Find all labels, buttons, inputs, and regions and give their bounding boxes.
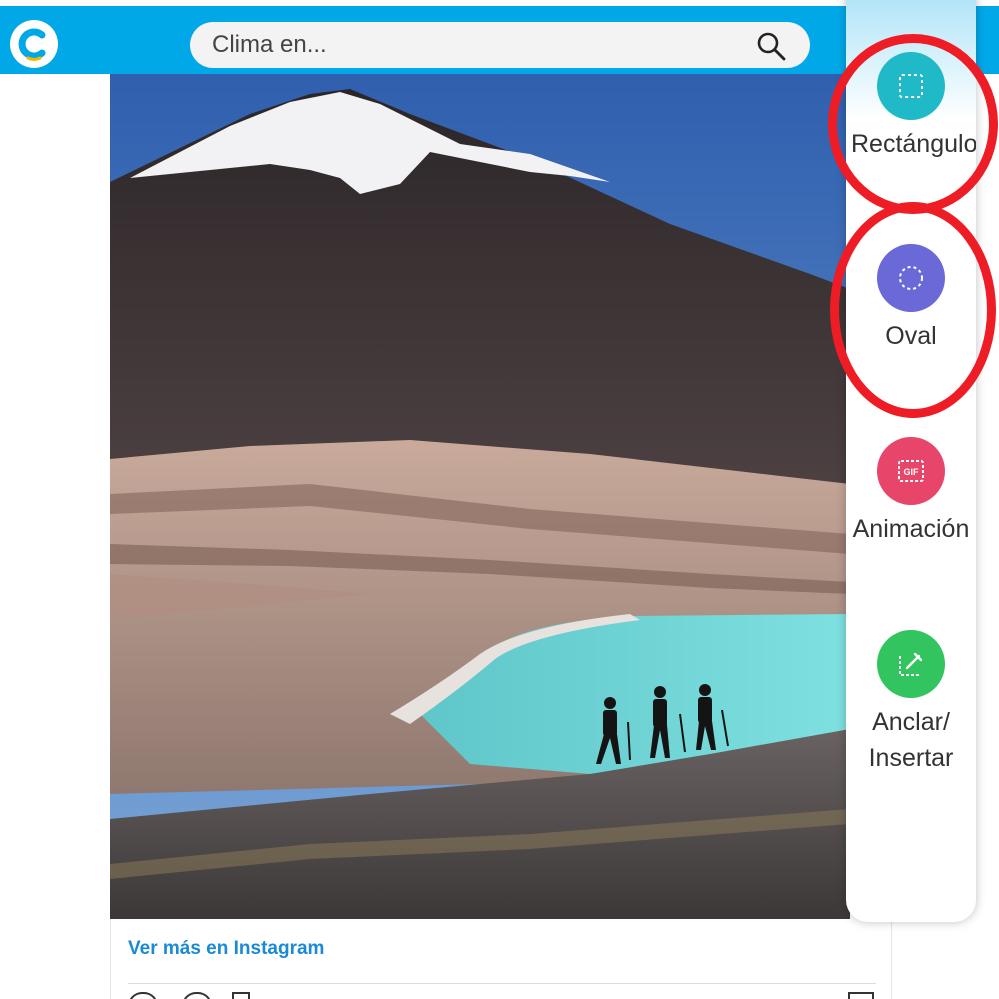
post-action-icons	[128, 992, 876, 999]
dashed-circle-icon	[877, 244, 945, 312]
search-input[interactable]	[212, 28, 732, 62]
heart-icon[interactable]	[128, 992, 158, 999]
pin-insert-icon	[877, 630, 945, 698]
post-divider	[128, 983, 876, 984]
search-box[interactable]	[190, 22, 810, 68]
tool-oval[interactable]: Oval	[846, 244, 976, 354]
tool-pin-insert-label: Anclar/ Insertar	[868, 708, 954, 772]
tool-rectangle[interactable]: Rectángulo	[846, 52, 976, 172]
tool-animation-label: Animación	[852, 515, 970, 543]
see-more-instagram-link[interactable]: Ver más en Instagram	[128, 938, 324, 960]
tool-animation[interactable]: GIF Animación	[846, 437, 976, 547]
dashed-rectangle-icon	[877, 52, 945, 120]
gif-icon: GIF	[877, 437, 945, 505]
search-icon[interactable]	[756, 31, 786, 61]
post-photo[interactable]	[110, 74, 850, 919]
comment-icon[interactable]	[182, 992, 212, 999]
share-icon[interactable]	[232, 992, 250, 999]
tool-pin-insert[interactable]: Anclar/ Insertar	[846, 630, 976, 780]
bookmark-icon[interactable]	[848, 992, 874, 999]
app-logo-icon[interactable]	[10, 20, 58, 68]
tool-oval-label: Oval	[885, 322, 937, 350]
svg-text:GIF: GIF	[904, 467, 920, 477]
insert-toolbar: Rectángulo Oval GIF Animación Anclar/ In…	[846, 0, 976, 922]
tool-rectangle-label: Rectángulo	[851, 130, 976, 158]
